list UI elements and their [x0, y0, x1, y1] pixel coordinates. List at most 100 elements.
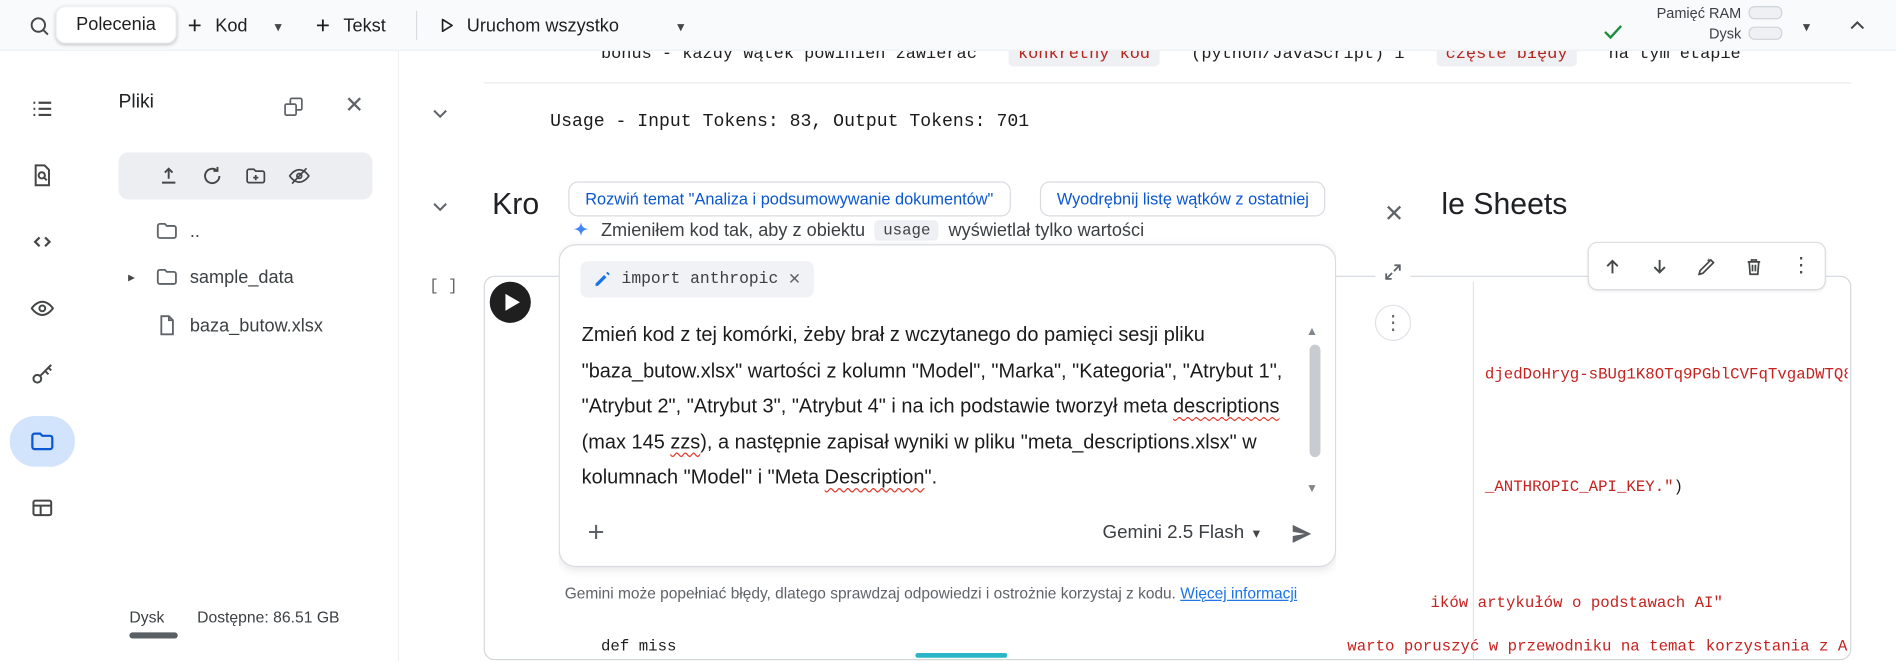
command-palette-label: Polecenia	[76, 14, 156, 36]
context-chip[interactable]: import anthropic ✕	[580, 261, 814, 298]
disclaimer-text: Gemini może popełniać błędy, dlatego spr…	[564, 584, 1176, 603]
open-in-full-icon[interactable]	[1374, 253, 1412, 291]
folder-icon	[155, 265, 179, 289]
model-selector[interactable]: Gemini 2.5 Flash ▾	[1103, 522, 1260, 544]
markdown-text: (python/JavaScript) i	[1191, 50, 1405, 65]
eye-icon	[29, 295, 56, 322]
cell-execution-gutter: [ ]	[429, 276, 458, 296]
close-icon: ✕	[344, 92, 364, 118]
clipped-markdown-line: bonus - każdy wątek powinien zawierać ko…	[600, 50, 1865, 76]
code-icon	[29, 229, 56, 256]
section-heading-fragment: le Sheets	[1441, 187, 1568, 222]
new-folder-icon[interactable]	[237, 158, 273, 194]
gemini-suggestion-chip[interactable]: Rozwiń temat "Analiza i podsumowywanie d…	[568, 181, 1011, 217]
delete-cell-icon[interactable]	[1736, 248, 1772, 284]
file-tree-label: baza_butow.xlsx	[189, 314, 323, 336]
model-label: Gemini 2.5 Flash	[1102, 522, 1245, 543]
add-code-menu-caret[interactable]: ▾	[266, 16, 290, 38]
files-panel: Pliki ✕ .. ▸ sample_data baza_butow.xlsx…	[84, 50, 400, 661]
more-info-link[interactable]: Więcej informacji	[1180, 584, 1297, 602]
expand-caret-icon[interactable]: ▸	[128, 269, 135, 285]
gemini-prompt-text[interactable]: Zmień kod z tej komórki, żeby brał z wcz…	[582, 318, 1289, 496]
code-line: _ANTHROPIC_API_KEY.")	[1484, 477, 1684, 496]
gemini-more-options-icon[interactable]: ⋮	[1374, 304, 1412, 341]
plus-icon: +	[587, 516, 605, 549]
file-tree-item[interactable]: ▸ sample_data	[85, 256, 397, 297]
ram-gauge	[1748, 6, 1783, 20]
inline-code: konkretny kod	[1008, 50, 1160, 67]
add-attachment-button[interactable]: +	[579, 516, 613, 550]
collapse-section-chevron[interactable]	[422, 189, 458, 225]
section-heading-fragment: Kro	[492, 187, 540, 222]
left-rail	[0, 50, 85, 661]
files-toolbar	[118, 152, 373, 200]
sidebar-item-inspector[interactable]	[17, 283, 68, 334]
note-text: wyświetlał tylko wartości	[948, 220, 1145, 241]
collapse-header-button[interactable]	[1838, 6, 1877, 45]
disk-available-label: Dostępne: 86.51 GB	[197, 608, 340, 627]
sidebar-item-files[interactable]	[17, 416, 68, 467]
key-icon	[29, 362, 56, 389]
close-icon: ✕	[787, 269, 802, 288]
run-all-button[interactable]: Uruchom wszystko	[435, 0, 619, 51]
cell-more-options-icon[interactable]: ⋮	[1783, 248, 1819, 284]
gemini-disclaimer: Gemini może popełniać błędy, dlatego spr…	[565, 583, 1332, 604]
command-palette-button[interactable]: Polecenia	[55, 6, 177, 44]
code-line: def miss	[600, 637, 677, 656]
move-cell-down-icon[interactable]	[1641, 248, 1677, 284]
gemini-edit-icon[interactable]	[1689, 248, 1725, 284]
scrollbar-thumb[interactable]	[1309, 344, 1321, 458]
add-code-label: Kod	[215, 15, 248, 36]
toolbar-divider	[415, 10, 418, 40]
disk-usage-label: Dysk	[129, 608, 165, 627]
send-icon[interactable]	[1284, 516, 1318, 550]
file-tree-item[interactable]: ..	[85, 210, 397, 251]
run-all-menu-caret[interactable]: ▾	[669, 16, 693, 38]
resources-labels: Pamięć RAM Dysk	[1630, 4, 1742, 45]
file-tree-item[interactable]: baza_butow.xlsx	[85, 305, 397, 346]
scroll-down-icon[interactable]: ▼	[1302, 480, 1321, 497]
sidebar-item-data-table[interactable]	[17, 482, 68, 533]
chevron-down-icon: ▾	[1802, 18, 1811, 36]
plus-icon	[184, 15, 206, 37]
remove-context-icon[interactable]: ✕	[788, 270, 801, 289]
disk-label: Dysk	[1708, 25, 1742, 43]
collapse-output-chevron[interactable]	[422, 96, 458, 132]
add-code-button[interactable]: Kod	[184, 0, 248, 51]
add-text-label: Tekst	[343, 15, 386, 36]
disk-gauge	[1748, 26, 1783, 40]
gemini-sparkle-icon	[571, 220, 592, 241]
sidebar-item-secrets[interactable]	[17, 349, 68, 400]
close-icon: ✕	[1384, 200, 1405, 227]
run-cell-button[interactable]	[489, 281, 531, 323]
sidebar-item-code-snippets[interactable]	[17, 216, 68, 267]
chevron-down-icon: ▾	[677, 18, 685, 36]
dots-vertical-icon: ⋮	[1790, 253, 1812, 277]
scroll-up-icon[interactable]: ▲	[1302, 323, 1321, 340]
table-icon	[29, 495, 56, 522]
resources-menu-caret[interactable]: ▾	[1794, 16, 1818, 38]
upload-icon[interactable]	[150, 158, 186, 194]
popout-panel-icon[interactable]	[276, 89, 310, 123]
hide-hidden-files-icon[interactable]	[281, 158, 317, 194]
move-cell-up-icon[interactable]	[1594, 248, 1630, 284]
file-tree-label: sample_data	[189, 266, 294, 288]
close-panel-icon[interactable]: ✕	[336, 87, 372, 123]
connected-check-icon	[1594, 12, 1633, 51]
find-in-page-icon	[29, 162, 56, 189]
colab-window: Polecenia Kod ▾ Tekst Uruchom wszystko ▾…	[0, 0, 1896, 661]
close-gemini-icon[interactable]: ✕	[1377, 196, 1411, 230]
search-icon[interactable]	[19, 6, 58, 45]
gemini-panel: Rozwiń temat "Analiza i podsumowywanie d…	[558, 175, 1337, 622]
sidebar-item-find[interactable]	[17, 150, 68, 201]
context-chip-label: import anthropic	[621, 270, 779, 289]
markdown-text: bonus - każdy wątek powinien zawierać	[600, 50, 977, 65]
note-text: Zmieniłem kod tak, aby z obiektu	[600, 220, 866, 241]
toc-icon	[29, 96, 56, 123]
file-icon	[155, 313, 179, 337]
refresh-icon[interactable]	[193, 158, 229, 194]
gemini-suggestion-chip[interactable]: Wyodrębnij listę wątków z ostatniej	[1039, 181, 1326, 217]
chevron-down-icon: ▾	[274, 18, 282, 36]
sidebar-item-toc[interactable]	[17, 83, 68, 134]
add-text-button[interactable]: Tekst	[312, 0, 386, 51]
